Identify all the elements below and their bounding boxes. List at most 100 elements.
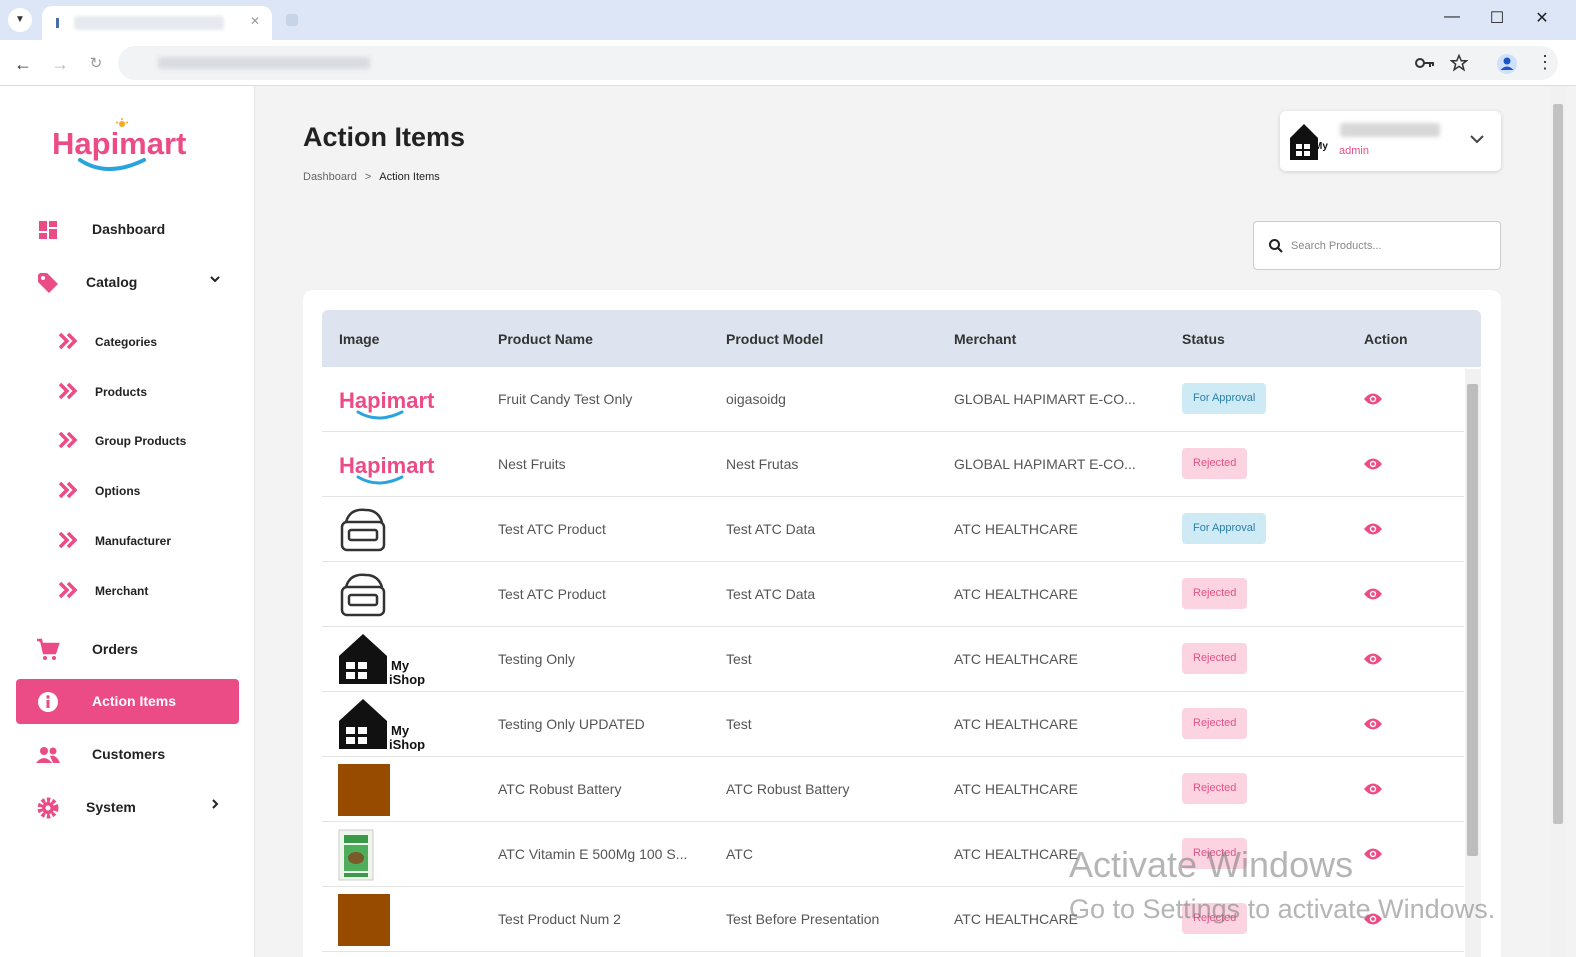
sidebar-subitem-label: Products [95,385,148,399]
sidebar-item-dashboard[interactable]: Dashboard [16,207,239,252]
table-scrollbar-thumb[interactable] [1467,384,1478,856]
breadcrumb-home[interactable]: Dashboard [303,171,357,183]
sidebar-subitem-label: Manufacturer [95,534,172,548]
product-model: ATC [726,846,753,862]
svg-text:Hapimart: Hapimart [339,388,435,413]
sidebar-subitem-label: Options [95,484,141,498]
chevron-down-icon[interactable] [209,273,221,285]
close-button[interactable]: ✕ [1530,8,1554,28]
sidebar-item-label: Dashboard [92,221,166,237]
search-input[interactable] [1291,236,1491,256]
favicon-icon [56,18,59,28]
merchant-name: ATC HEALTHCARE [954,651,1078,667]
product-model: Test ATC Data [726,521,816,537]
address-bar[interactable]: ⋮ [118,46,1558,80]
product-image-placeholder-icon [340,573,386,617]
view-eye-icon[interactable] [1364,522,1382,536]
key-icon[interactable] [1414,55,1436,71]
page-title: Action Items [303,122,466,152]
reload-icon[interactable]: ↻ [84,52,108,76]
status-badge: Rejected [1182,903,1248,934]
sidebar-subitem-categories[interactable]: Categories [58,328,238,354]
sidebar: Hapimart Dashboard Catalog Categories Pr… [0,86,255,957]
chevron-right-icon[interactable] [209,798,221,810]
browser-tab-strip: ▼ ✕ — ☐ ✕ [0,0,1576,40]
svg-text:My iShop: My iShop [1314,141,1330,152]
col-product-model-header[interactable]: Product Model [726,331,823,347]
table-row: Test Product Num 2 Test Before Presentat… [322,887,1464,952]
status-badge: For Approval [1182,513,1267,544]
product-image-placeholder-icon [340,508,386,552]
sidebar-item-catalog[interactable]: Catalog [16,260,239,305]
product-name: ATC Vitamin E 500Mg 100 S... [498,846,688,862]
breadcrumb: Dashboard > Action Items [303,171,440,183]
product-model: Test [726,651,752,667]
sidebar-subitem-group-products[interactable]: Group Products [58,427,238,453]
minimize-button[interactable]: — [1440,8,1464,26]
product-model: ATC Robust Battery [726,781,850,797]
product-image-vitamin-box [338,829,374,881]
people-icon [36,747,60,763]
merchant-name: GLOBAL HAPIMART E-CO... [954,456,1136,472]
view-eye-icon[interactable] [1364,652,1382,666]
sidebar-subitem-label: Categories [95,335,158,349]
status-badge: Rejected [1182,838,1248,869]
table-row: Hapimart Fruit Candy Test Only oigasoidg… [322,367,1464,432]
svg-text:My: My [391,723,410,738]
view-eye-icon[interactable] [1364,847,1382,861]
view-eye-icon[interactable] [1364,392,1382,406]
tab-close-icon[interactable]: ✕ [250,14,260,28]
back-icon[interactable]: ← [11,52,35,76]
sidebar-subitem-label: Merchant [95,584,149,598]
table-row: My iShop Testing Only UPDATED Test ATC H… [322,692,1464,757]
table-row: Test ATC Product Test ATC Data ATC HEALT… [322,497,1464,562]
sidebar-item-orders[interactable]: Orders [16,627,239,672]
merchant-name: ATC HEALTHCARE [954,521,1078,537]
status-badge: Rejected [1182,578,1248,609]
bookmark-star-icon[interactable] [1450,54,1468,72]
product-model: Test Before Presentation [726,911,880,927]
maximize-button[interactable]: ☐ [1485,8,1509,28]
table-row: ATC Robust Battery ATC Robust Battery AT… [322,757,1464,822]
sidebar-subitem-merchant[interactable]: Merchant [58,577,238,603]
new-tab-icon[interactable] [284,12,300,28]
browser-menu-icon[interactable]: ⋮ [1536,52,1554,73]
profile-icon[interactable] [1496,53,1518,75]
view-eye-icon[interactable] [1364,717,1382,731]
info-icon [38,692,58,712]
browser-toolbar: ← → ↻ ⋮ [0,40,1576,86]
col-merchant-header[interactable]: Merchant [954,331,1016,347]
page-scrollbar[interactable] [1550,86,1566,957]
sidebar-subitem-manufacturer[interactable]: Manufacturer [58,527,238,553]
col-image-header: Image [339,331,380,347]
status-badge: Rejected [1182,773,1248,804]
tab-search-icon[interactable]: ▼ [8,8,32,32]
product-name: Test ATC Product [498,586,606,602]
double-chevron-icon [58,531,78,549]
product-image-myishop-logo: My iShop [339,699,425,751]
avatar: My iShop [1290,124,1330,160]
sidebar-item-action-items[interactable]: Action Items [16,679,239,724]
hapimart-logo[interactable]: Hapimart [52,118,202,178]
view-eye-icon[interactable] [1364,782,1382,796]
sidebar-item-system[interactable]: System [16,785,239,830]
product-name: ATC Robust Battery [498,781,622,797]
product-image-hapimart-logo: Hapimart [339,388,435,420]
status-badge: Rejected [1182,643,1248,674]
sidebar-item-customers[interactable]: Customers [16,732,239,777]
col-status-header[interactable]: Status [1182,331,1225,347]
sidebar-subitem-products[interactable]: Products [58,378,238,404]
view-eye-icon[interactable] [1364,587,1382,601]
view-eye-icon[interactable] [1364,457,1382,471]
user-menu[interactable]: My iShop admin [1280,111,1501,171]
page-scrollbar-thumb[interactable] [1553,104,1563,824]
sidebar-subitem-label: Group Products [95,434,187,448]
col-product-name-header[interactable]: Product Name [498,331,593,347]
product-model: Test [726,716,752,732]
forward-icon[interactable]: → [48,52,72,76]
browser-tab[interactable]: ✕ [42,6,272,40]
breadcrumb-current: Action Items [379,171,440,183]
sidebar-subitem-options[interactable]: Options [58,477,238,503]
chevron-down-icon[interactable] [1469,131,1485,147]
view-eye-icon[interactable] [1364,912,1382,926]
